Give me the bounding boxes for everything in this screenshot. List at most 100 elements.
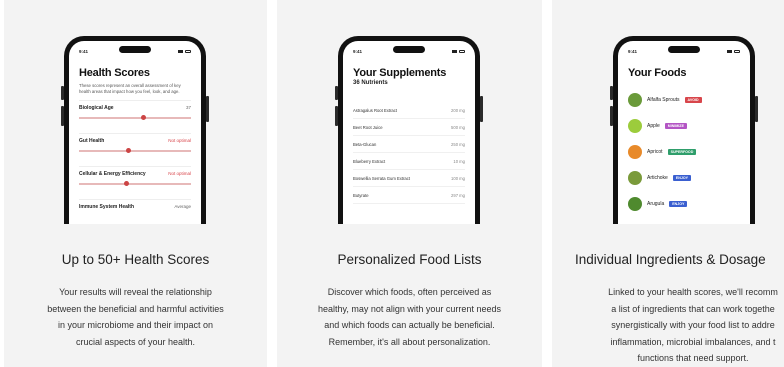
phone-mockup-area: 9:41 Your Foods Alfalfa Sprouts AVOID Appl… <box>552 0 784 224</box>
food-image <box>628 171 642 185</box>
supplement-row[interactable]: Boswellia Serrata Gum Extract 100 mg <box>353 170 465 187</box>
card-description: Your results will reveal the relationshi… <box>12 284 259 350</box>
food-name: Artichoke <box>647 175 668 181</box>
supplement-row[interactable]: Beet Root Juice 500 mg <box>353 119 465 136</box>
description-line: Discover which foods, often perceived as <box>327 287 492 297</box>
supplement-name: Beta-Glucan <box>353 141 377 147</box>
signal-icon <box>178 49 183 53</box>
feature-cards: 9:41 Health Scores These scores represen… <box>0 0 784 367</box>
phone-mockup-area: 9:41 Your Supplements 36 Nutrients Astra… <box>277 0 542 224</box>
food-badge: ENJOY <box>672 175 692 181</box>
card-description: Linked to your health scores, we'll reco… <box>552 284 784 367</box>
food-badge: ENJOY <box>669 201 688 207</box>
screen-subtitle: These scores represent an overall assess… <box>79 83 181 94</box>
phone-mockup: 9:41 Your Supplements 36 Nutrients Astra… <box>338 36 480 224</box>
description-line: Linked to your health scores, we'll reco… <box>608 287 778 297</box>
supplement-row[interactable]: Astragalus Root Extract 200 mg <box>353 102 465 119</box>
battery-icon <box>459 49 465 53</box>
feature-card-food-lists: 9:41 Your Supplements 36 Nutrients Astra… <box>277 0 542 367</box>
food-name: Alfalfa Sprouts <box>647 97 680 103</box>
supplement-amount: 500 mg <box>451 124 465 130</box>
description-line: and which foods can actually be benefici… <box>324 320 495 330</box>
phone-mockup: 9:41 Health Scores These scores represen… <box>64 36 206 224</box>
supplement-row[interactable]: Blueberry Extract 10 mg <box>353 153 465 170</box>
nutrient-count: 36 Nutrients <box>353 80 388 86</box>
screen-title: Your Foods <box>628 67 687 79</box>
score-marker <box>140 115 146 120</box>
food-image <box>628 197 642 211</box>
score-row[interactable]: Immune System Health Average <box>79 199 191 224</box>
status-time: 9:41 <box>79 48 89 54</box>
supplement-row[interactable]: Beta-Glucan 250 mg <box>353 136 465 153</box>
score-bar <box>79 115 191 120</box>
description-line: functions that need support. <box>637 353 749 363</box>
score-row[interactable]: Gut Health Not optimal <box>79 133 191 160</box>
screen-title: Your Supplements <box>353 67 447 79</box>
food-row[interactable]: Apple MINIMIZE <box>628 113 740 139</box>
score-bar <box>79 148 191 153</box>
card-title: Individual Ingredients & Dosage <box>575 252 766 267</box>
description-line: synergistically with your food list to a… <box>611 320 775 330</box>
food-badge: MINIMIZE <box>664 123 687 129</box>
supplement-name: Boswellia Serrata Gum Extract <box>353 175 411 181</box>
score-row[interactable]: Cellular & Energy Efficiency Not optimal <box>79 166 191 193</box>
signal-icon <box>727 49 732 53</box>
supplement-amount: 10 mg <box>453 158 465 164</box>
description-line: in your microbiome and their impact on <box>57 320 214 330</box>
supplement-amount: 250 mg <box>451 141 465 147</box>
score-row[interactable]: Biological Age 37 <box>79 100 191 127</box>
score-list: Biological Age 37 Gut Health Not optimal Cel… <box>79 100 191 224</box>
battery-icon <box>734 49 740 53</box>
supplement-name: Beet Root Juice <box>353 124 383 130</box>
dynamic-island <box>119 46 151 53</box>
food-row[interactable]: Artichoke ENJOY <box>628 165 740 191</box>
food-row[interactable]: Apricot SUPERFOOD <box>628 139 740 165</box>
food-badge: SUPERFOOD <box>667 149 697 155</box>
status-time: 9:41 <box>353 48 363 54</box>
phone-screen: 9:41 Your Foods Alfalfa Sprouts AVOID Appl… <box>618 41 750 224</box>
food-row[interactable]: Arugula ENJOY <box>628 191 740 217</box>
score-name: Gut Health <box>79 138 105 144</box>
score-marker <box>126 148 132 153</box>
dynamic-island <box>668 46 700 53</box>
supplement-list: Astragalus Root Extract 200 mg Beet Root J… <box>353 102 465 204</box>
score-bar <box>79 181 191 186</box>
supplement-name: Astragalus Root Extract <box>353 107 397 113</box>
food-name: Apple <box>647 123 660 129</box>
description-line: Your results will reveal the relationshi… <box>59 287 212 297</box>
supplement-amount: 100 mg <box>451 175 465 181</box>
score-name: Biological Age <box>79 105 114 111</box>
description-line: between the beneficial and harmful activ… <box>47 303 224 314</box>
card-title: Up to 50+ Health Scores <box>61 252 210 267</box>
score-value: Average <box>174 204 191 209</box>
card-description: Discover which foods, often perceived as… <box>285 284 534 350</box>
status-time: 9:41 <box>628 48 638 54</box>
screen-title: Health Scores <box>79 67 150 79</box>
score-marker <box>123 181 129 186</box>
food-row[interactable]: Alfalfa Sprouts AVOID <box>628 87 740 113</box>
signal-icon <box>452 49 457 53</box>
description-line: healthy, may not align with your current… <box>318 303 501 314</box>
description-line: a list of ingredients that can work toge… <box>611 303 775 314</box>
description-line: Remember, it's all about personalization… <box>328 336 491 347</box>
food-image <box>628 119 642 133</box>
supplement-row[interactable]: Butyrate 297 mg <box>353 187 465 204</box>
food-name: Arugula <box>647 201 665 207</box>
food-name: Apricot <box>647 149 663 155</box>
supplement-amount: 200 mg <box>451 107 465 113</box>
supplement-name: Butyrate <box>353 192 369 198</box>
battery-icon <box>185 49 191 53</box>
description-line: inflammation, microbial imbalances, and … <box>610 336 776 347</box>
score-value: 37 <box>185 105 191 110</box>
food-image <box>628 145 642 159</box>
supplement-amount: 297 mg <box>451 192 465 198</box>
phone-screen: 9:41 Your Supplements 36 Nutrients Astra… <box>343 41 475 224</box>
card-title: Personalized Food Lists <box>337 252 482 267</box>
score-value: Not optimal <box>168 138 191 143</box>
phone-mockup: 9:41 Your Foods Alfalfa Sprouts AVOID Appl… <box>613 36 755 224</box>
phone-screen: 9:41 Health Scores These scores represen… <box>69 41 201 224</box>
phone-mockup-area: 9:41 Health Scores These scores represen… <box>4 0 267 224</box>
score-value: Not optimal <box>168 171 191 176</box>
score-name: Immune System Health <box>79 204 135 210</box>
feature-card-ingredients: 9:41 Your Foods Alfalfa Sprouts AVOID Appl… <box>552 0 784 367</box>
